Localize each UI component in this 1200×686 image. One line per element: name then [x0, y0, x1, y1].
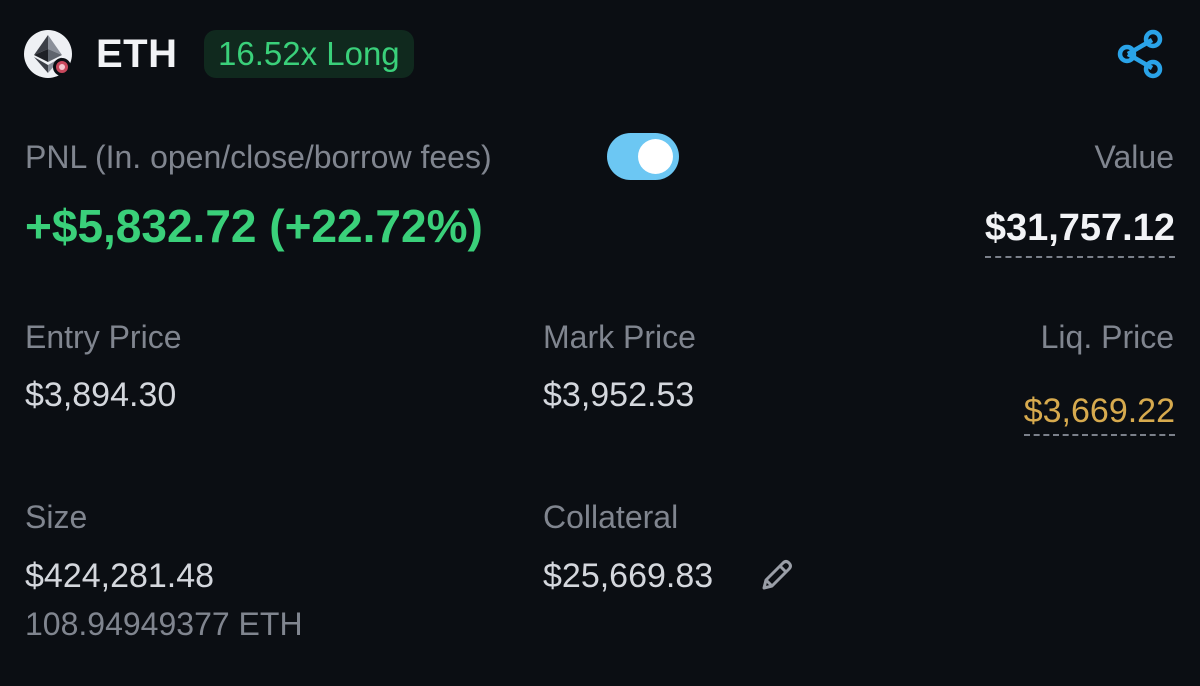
- pencil-icon[interactable]: [758, 557, 794, 595]
- size-token-amount: 108.94949377 ETH: [25, 606, 303, 642]
- collateral-value: $25,669.83: [543, 557, 714, 595]
- entry-price-value: $3,894.30: [25, 376, 177, 414]
- mark-price-label: Mark Price: [543, 319, 696, 355]
- value-amount[interactable]: $31,757.12: [984, 204, 1175, 258]
- toggle-knob: [638, 139, 673, 174]
- include-fees-toggle[interactable]: [607, 133, 679, 180]
- entry-price-label: Entry Price: [25, 319, 182, 355]
- value-label: Value: [1094, 139, 1174, 175]
- size-label: Size: [25, 499, 88, 535]
- liq-price-value[interactable]: $3,669.22: [1023, 390, 1175, 436]
- collateral-label: Collateral: [543, 499, 679, 535]
- chain-badge-icon: [53, 58, 71, 76]
- pnl-label: PNL (In. open/close/borrow fees): [25, 139, 492, 175]
- share-icon[interactable]: [1116, 28, 1166, 80]
- leverage-badge: 16.52x Long: [204, 30, 414, 78]
- token-symbol: ETH: [96, 32, 178, 76]
- size-value: $424,281.48: [25, 557, 215, 595]
- mark-price-value: $3,952.53: [543, 376, 695, 414]
- liq-price-label: Liq. Price: [1040, 319, 1174, 355]
- pnl-value: +$5,832.72 (+22.72%): [25, 200, 483, 252]
